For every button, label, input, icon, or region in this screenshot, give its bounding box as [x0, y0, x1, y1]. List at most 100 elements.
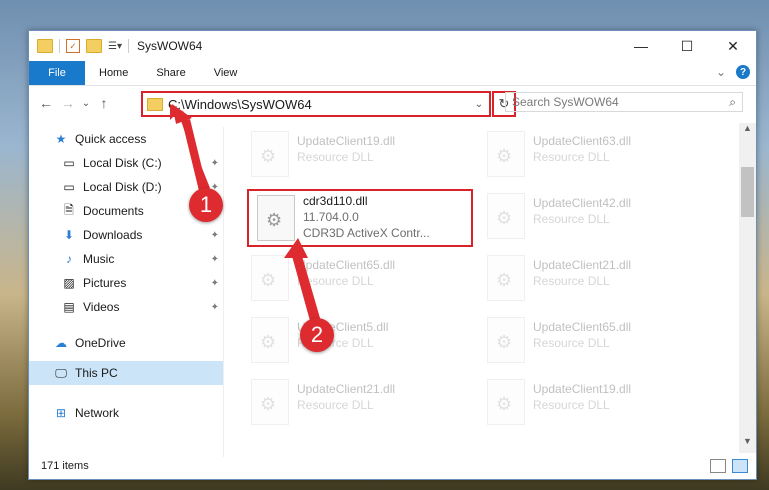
file-meta: cdr3d110.dll 11.704.0.0 CDR3D ActiveX Co… [303, 193, 430, 245]
sidebar-item-label: Quick access [75, 132, 147, 146]
file-type: Resource DLL [297, 274, 374, 288]
dll-file-icon: ⚙ [487, 193, 525, 239]
scrollbar-thumb[interactable] [741, 167, 754, 217]
view-switcher [710, 459, 748, 473]
customize-toolbar-icon[interactable]: ☰▾ [108, 41, 122, 52]
pin-icon[interactable]: ✦ [211, 278, 219, 289]
sidebar-item-label: Pictures [83, 276, 127, 290]
dll-file-icon: ⚙ [251, 317, 289, 363]
file-version: 11.704.0.0 [303, 210, 359, 224]
file-item[interactable]: ⚙ UpdateClient42.dll Resource DLL [479, 187, 705, 243]
file-name: UpdateClient65.dll [533, 320, 632, 334]
vertical-scrollbar[interactable]: ▲ ▼ [739, 123, 756, 453]
sidebar-item-label: Local Disk (D:) [83, 180, 162, 194]
file-item[interactable]: ⚙ UpdateClient19.dll Resource DLL [479, 373, 705, 429]
sidebar-item-local-disk-c[interactable]: ▭ Local Disk (C:) ✦ [29, 151, 223, 175]
forward-button[interactable]: → [57, 95, 79, 111]
close-button[interactable]: ✕ [710, 31, 756, 61]
sidebar-item-music[interactable]: ♪ Music ✦ [29, 247, 223, 271]
address-bar[interactable]: C:\Windows\SysWOW64 ⌄ [141, 91, 491, 117]
file-meta: UpdateClient65.dll Resource DLL [533, 319, 631, 367]
sidebar-item-label: Downloads [83, 228, 143, 242]
gear-icon: ⚙ [496, 394, 513, 414]
sidebar-item-label: Music [83, 252, 115, 266]
sidebar-item-onedrive[interactable]: ☁ OneDrive [29, 331, 223, 355]
file-type: Resource DLL [533, 212, 610, 226]
gear-icon: ⚙ [496, 270, 513, 290]
help-icon[interactable]: ? [736, 65, 750, 79]
file-item[interactable]: ⚙ UpdateClient21.dll Resource DLL [243, 373, 469, 429]
sidebar-item-videos[interactable]: ▤ Videos ✦ [29, 295, 223, 319]
file-item[interactable]: ⚙ UpdateClient5.dll Resource DLL [243, 311, 469, 367]
ribbon-tabs: File Home Share View ⌄ ? [29, 61, 756, 86]
tiles-view-button[interactable] [732, 459, 748, 473]
star-icon: ★ [55, 132, 67, 146]
music-icon: ♪ [66, 252, 72, 266]
file-meta: UpdateClient21.dll Resource DLL [533, 257, 631, 305]
file-type: Resource DLL [297, 398, 374, 412]
file-meta: UpdateClient19.dll Resource DLL [297, 133, 395, 181]
file-name: UpdateClient63.dll [533, 134, 632, 148]
pin-icon[interactable]: ✦ [211, 302, 219, 313]
recent-locations-button[interactable]: ⌄ [79, 98, 93, 109]
file-item-highlighted[interactable]: ⚙ cdr3d110.dll 11.704.0.0 CDR3D ActiveX … [247, 189, 473, 247]
properties-icon[interactable]: ✓ [66, 39, 80, 53]
sidebar-item-network[interactable]: ⊞ Network [29, 401, 223, 425]
file-meta: UpdateClient21.dll Resource DLL [297, 381, 395, 429]
file-description: CDR3D ActiveX Contr... [303, 226, 430, 240]
pin-icon[interactable]: ✦ [211, 254, 219, 265]
details-view-button[interactable] [710, 459, 726, 473]
gear-icon: ⚙ [260, 394, 277, 414]
tab-home[interactable]: Home [85, 61, 142, 85]
file-item[interactable]: ⚙ UpdateClient65.dll Resource DLL [479, 311, 705, 367]
search-box[interactable]: Search SysWOW64 ⌕ [505, 92, 743, 112]
sidebar-item-pictures[interactable]: ▨ Pictures ✦ [29, 271, 223, 295]
tab-share[interactable]: Share [142, 61, 199, 85]
tab-file[interactable]: File [29, 61, 85, 85]
chevron-down-icon[interactable]: ⌄ [469, 99, 489, 110]
title-bar: ✓ ☰▾ SysWOW64 — ☐ ✕ [29, 31, 756, 61]
file-name: UpdateClient21.dll [533, 258, 632, 272]
status-bar: 171 items [29, 453, 756, 479]
sidebar-item-this-pc[interactable]: 🖵 This PC [29, 361, 223, 385]
item-count: 171 items [41, 460, 89, 472]
file-type: Resource DLL [533, 150, 610, 164]
documents-icon: 🗎 [64, 202, 74, 217]
file-item[interactable]: ⚙ UpdateClient63.dll Resource DLL [479, 125, 705, 181]
chevron-down-icon[interactable]: ⌄ [716, 65, 726, 79]
pictures-icon: ▨ [63, 276, 75, 290]
search-icon[interactable]: ⌕ [729, 95, 736, 110]
file-name: UpdateClient19.dll [533, 382, 632, 396]
file-list: ⚙ UpdateClient19.dll Resource DLL ⚙ cdr3… [243, 123, 737, 453]
new-folder-icon[interactable] [86, 39, 102, 53]
toolbar-separator [127, 39, 129, 53]
gear-icon: ⚙ [260, 146, 277, 166]
file-name: cdr3d110.dll [303, 194, 368, 208]
computer-icon: 🖵 [55, 365, 67, 380]
back-button[interactable]: ← [35, 95, 57, 111]
file-item[interactable]: ⚙ UpdateClient19.dll Resource DLL [243, 125, 469, 181]
pin-icon[interactable]: ✦ [211, 230, 219, 241]
search-input[interactable]: Search SysWOW64 [512, 95, 619, 109]
sidebar-item-downloads[interactable]: ⬇ Downloads ✦ [29, 223, 223, 247]
pin-icon[interactable]: ✦ [211, 158, 219, 169]
up-button[interactable]: ↑ [93, 95, 115, 111]
minimize-button[interactable]: — [618, 31, 664, 61]
sidebar-item-quick-access[interactable]: ★ Quick access [29, 127, 223, 151]
file-meta: UpdateClient19.dll Resource DLL [533, 381, 631, 429]
address-path[interactable]: C:\Windows\SysWOW64 [168, 97, 469, 112]
maximize-button[interactable]: ☐ [664, 31, 710, 61]
file-meta: UpdateClient42.dll Resource DLL [533, 195, 631, 243]
tab-view[interactable]: View [200, 61, 252, 85]
scroll-down-arrow[interactable]: ▼ [739, 436, 756, 453]
step-badge-2: 2 [300, 318, 334, 352]
window-controls: — ☐ ✕ [618, 31, 756, 61]
folder-icon [37, 39, 53, 53]
file-item[interactable]: ⚙ UpdateClient21.dll Resource DLL [479, 249, 705, 305]
scroll-up-arrow[interactable]: ▲ [739, 123, 756, 140]
videos-icon: ▤ [63, 300, 75, 314]
file-item[interactable]: ⚙ UpdateClient65.dll Resource DLL [243, 249, 469, 305]
file-name: UpdateClient65.dll [297, 258, 396, 272]
dll-file-icon: ⚙ [487, 317, 525, 363]
